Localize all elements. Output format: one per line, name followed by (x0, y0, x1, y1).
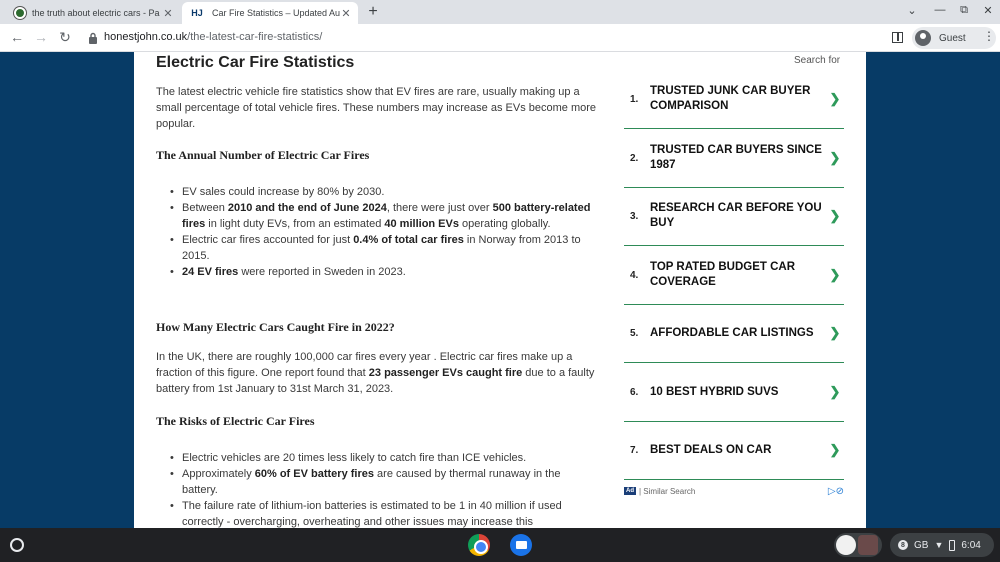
new-tab-button[interactable]: + (364, 3, 382, 21)
tote-thumbnails[interactable] (834, 533, 882, 557)
minimize-icon[interactable]: — (932, 4, 948, 16)
bullet-list: EV sales could increase by 80% by 2030. … (170, 184, 592, 280)
wifi-icon: ▼ (934, 540, 944, 550)
ad-number: 7. (630, 444, 639, 456)
ad-number: 5. (630, 327, 639, 339)
list-item: The failure rate of lithium-ion batterie… (170, 498, 592, 528)
url-path: /the-latest-car-fire-statistics/ (187, 31, 323, 43)
ad-label: BEST DEALS ON CAR (650, 443, 772, 456)
section-heading: The Annual Number of Electric Car Fires (156, 148, 370, 162)
adchoices-icon[interactable]: ▷⊘ (828, 486, 844, 497)
close-icon[interactable]: ✕ (162, 7, 174, 20)
battery-icon (949, 539, 956, 551)
ad-label: 10 BEST HYBRID SUVS (650, 385, 779, 398)
chevron-right-icon: ❯ (829, 91, 841, 106)
ad-footer-text[interactable]: | Similar Search (639, 487, 695, 496)
clock: 6:04 (961, 539, 981, 551)
ad-link[interactable]: 6. 10 BEST HYBRID SUVS ❯ (624, 363, 844, 422)
list-item: Electric car fires accounted for just 0.… (170, 232, 592, 264)
files-icon[interactable] (510, 534, 532, 556)
chevron-right-icon: ❯ (829, 384, 841, 399)
tab-car-fire-statistics[interactable]: HJ Car Fire Statistics – Updated Au ✕ (182, 2, 358, 24)
tab-electric-cars[interactable]: the truth about electric cars - Pa ✕ (8, 2, 180, 24)
list-item: Between 2010 and the end of June 2024, t… (170, 200, 592, 232)
ad-number: 6. (630, 386, 639, 398)
web-page: Electric Car Fire Statistics The latest … (134, 52, 866, 528)
chevron-right-icon: ❯ (829, 267, 841, 282)
profile-label: Guest (939, 32, 966, 44)
list-item: EV sales could increase by 80% by 2030. (170, 184, 592, 200)
address-bar[interactable]: honestjohn.co.uk/the-latest-car-fire-sta… (104, 31, 322, 43)
ad-label: RESEARCH CAR BEFORE YOU BUY (650, 202, 822, 229)
ad-link[interactable]: 3. RESEARCH CAR BEFORE YOU BUY ❯ (624, 187, 844, 246)
ad-number: 2. (630, 152, 639, 164)
section-paragraph: In the UK, there are roughly 100,000 car… (156, 351, 595, 395)
tab-search-icon[interactable]: ⌄ (904, 4, 920, 17)
search-for-label: Search for (794, 55, 841, 66)
chevron-right-icon: ❯ (829, 325, 841, 340)
launcher-icon[interactable] (10, 538, 24, 552)
ad-link[interactable]: 4. TOP RATED BUDGET CAR COVERAGE ❯ (624, 246, 844, 305)
ad-link[interactable]: 1. TRUSTED JUNK CAR BUYER COMPARISON ❯ (624, 70, 844, 129)
chevron-right-icon: ❯ (829, 208, 841, 223)
hj-favicon-icon: HJ (191, 8, 203, 18)
toolbar: ← → ↻ honestjohn.co.uk/the-latest-car-fi… (0, 24, 1000, 52)
reload-icon[interactable]: ↻ (56, 29, 74, 46)
chrome-icon[interactable] (468, 534, 490, 556)
ad-number: 1. (630, 93, 639, 105)
green-circle-icon (14, 7, 26, 19)
bullet-list: Electric vehicles are 20 times less like… (170, 450, 592, 528)
intro-paragraph: The latest electric vehicle fire statist… (156, 86, 596, 130)
close-icon[interactable]: ✕ (340, 7, 352, 20)
ad-footer: Ad | Similar Search ▷⊘ (624, 484, 844, 498)
ad-label: TOP RATED BUDGET CAR COVERAGE (650, 261, 796, 288)
avatar (915, 30, 931, 46)
tab-title: the truth about electric cars - Pa (32, 8, 160, 18)
tab-strip: the truth about electric cars - Pa ✕ HJ … (0, 0, 1000, 24)
notification-icon: 8 (898, 540, 908, 550)
back-icon[interactable]: ← (8, 29, 26, 45)
thumbnail (858, 535, 878, 555)
ad-label: TRUSTED JUNK CAR BUYER COMPARISON (650, 85, 811, 112)
tab-title: Car Fire Statistics – Updated Au (212, 8, 340, 18)
forward-icon[interactable]: → (32, 29, 50, 45)
ad-label: AFFORDABLE CAR LISTINGS (650, 326, 814, 339)
system-shelf: 8 GB ▼ 6:04 (0, 528, 1000, 562)
close-window-icon[interactable]: ✕ (980, 4, 996, 17)
list-item: Electric vehicles are 20 times less like… (170, 450, 592, 466)
chevron-right-icon: ❯ (829, 442, 841, 457)
ad-link[interactable]: 7. BEST DEALS ON CAR ❯ (624, 421, 844, 480)
ad-number: 3. (630, 210, 639, 222)
chevron-right-icon: ❯ (829, 150, 841, 165)
list-item: Approximately 60% of EV battery fires ar… (170, 466, 592, 498)
thumbnail (836, 535, 856, 555)
ad-link[interactable]: 2. TRUSTED CAR BUYERS SINCE 1987 ❯ (624, 129, 844, 188)
url-domain: honestjohn.co.uk (104, 31, 188, 43)
locale-label: GB (914, 539, 929, 551)
menu-icon[interactable]: ⋮ (983, 29, 995, 43)
ad-badge: Ad (624, 487, 636, 495)
ad-link[interactable]: 5. AFFORDABLE CAR LISTINGS ❯ (624, 304, 844, 363)
side-panel-icon[interactable] (892, 32, 903, 43)
list-item: 24 EV fires were reported in Sweden in 2… (170, 264, 592, 280)
lock-icon[interactable] (88, 32, 98, 44)
ad-number: 4. (630, 269, 639, 281)
section-heading: The Risks of Electric Car Fires (156, 414, 315, 428)
page-title: Electric Car Fire Statistics (156, 54, 355, 71)
ad-label: TRUSTED CAR BUYERS SINCE 1987 (650, 144, 822, 171)
status-tray[interactable]: 8 GB ▼ 6:04 (890, 533, 994, 557)
section-heading: How Many Electric Cars Caught Fire in 20… (156, 320, 395, 334)
restore-icon[interactable]: ⧉ (956, 4, 972, 17)
